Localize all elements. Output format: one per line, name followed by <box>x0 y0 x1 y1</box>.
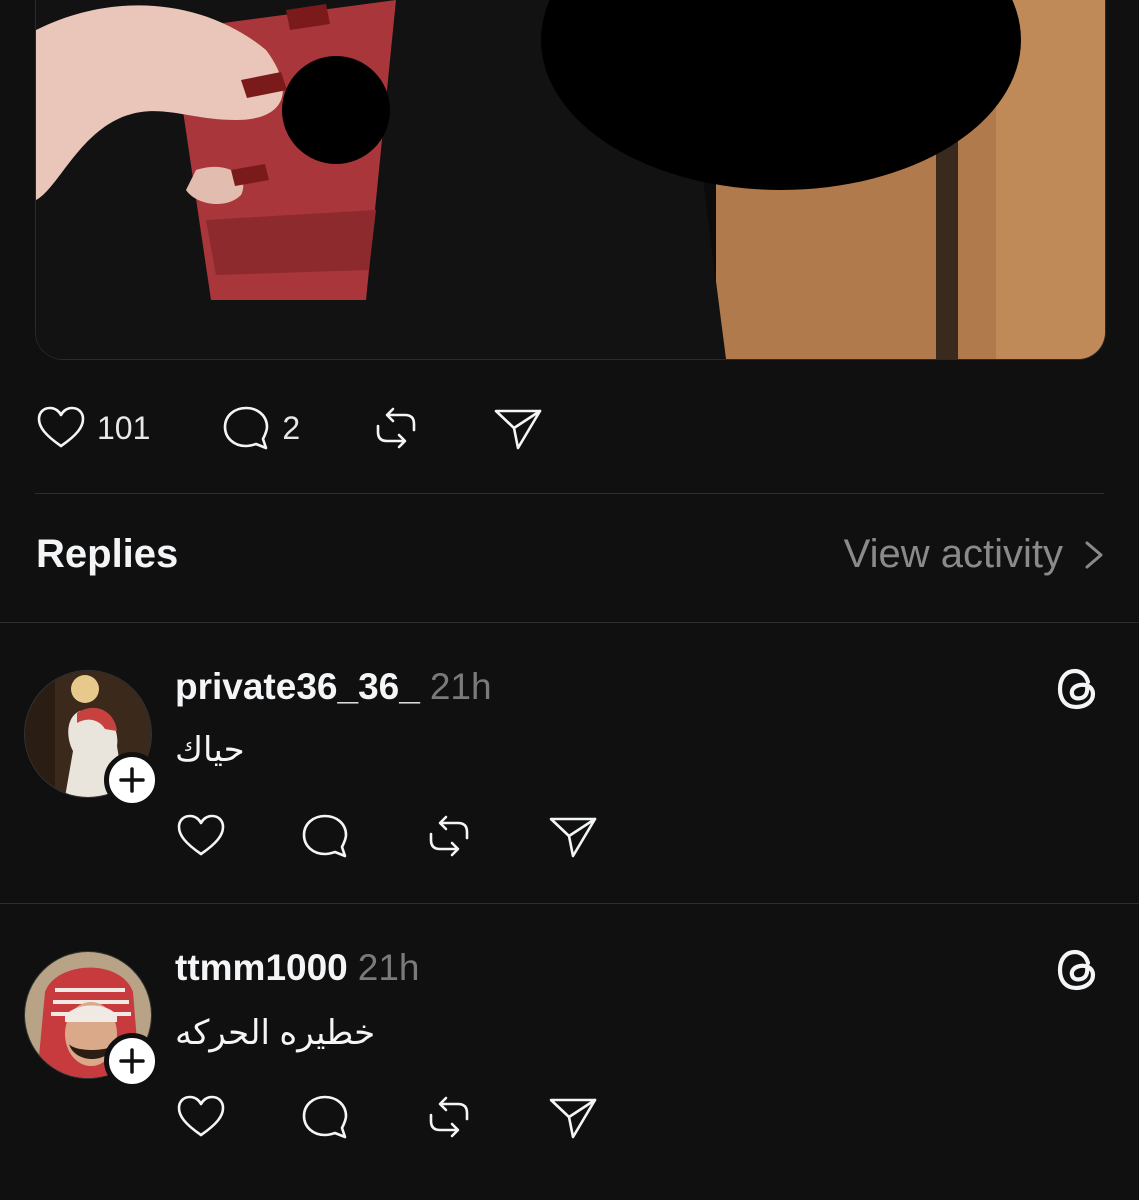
reply-actions <box>175 1091 671 1143</box>
heart-icon <box>177 814 225 856</box>
share-button[interactable] <box>492 402 544 454</box>
chevron-right-icon <box>1085 541 1103 568</box>
like-button[interactable] <box>175 1091 227 1143</box>
timestamp: 21h <box>429 666 492 707</box>
divider <box>35 493 1104 494</box>
repost-icon <box>429 815 469 857</box>
repost-button[interactable] <box>370 402 422 454</box>
send-icon <box>549 1098 597 1139</box>
post-image[interactable] <box>35 0 1106 360</box>
send-icon <box>494 409 542 450</box>
share-button[interactable] <box>547 1091 599 1143</box>
username[interactable]: ttmm1000 <box>175 947 348 988</box>
repost-button[interactable] <box>423 810 475 862</box>
like-button[interactable] <box>175 810 227 862</box>
view-activity-label: View activity <box>843 532 1063 576</box>
reply-header: private36_36_ 21h <box>175 666 492 708</box>
comment-icon <box>302 1095 348 1139</box>
heart-icon <box>177 1095 225 1137</box>
like-count: 101 <box>97 409 151 446</box>
repost-icon <box>429 1096 469 1138</box>
comment-button[interactable] <box>299 810 351 862</box>
reply-text: خطيره الحركه <box>175 1014 376 1052</box>
comment-icon <box>302 814 348 858</box>
reply-text: حياك <box>175 731 245 769</box>
heart-icon <box>37 406 85 448</box>
timestamp: 21h <box>357 947 420 988</box>
follow-button[interactable] <box>104 752 160 808</box>
repost-button[interactable] <box>423 1091 475 1143</box>
repost-icon <box>376 407 416 449</box>
post-actions: 101 2 <box>35 400 544 456</box>
reply-actions <box>175 810 671 862</box>
reply-item: ttmm1000 21h خطيره الحركه <box>0 903 1139 1183</box>
threads-icon <box>1055 666 1101 712</box>
like-button[interactable]: 101 <box>35 402 150 454</box>
replies-heading: Replies <box>36 532 179 576</box>
plus-icon <box>119 1048 145 1074</box>
reply-item: private36_36_ 21h حياك <box>0 622 1139 902</box>
threads-icon <box>1055 947 1101 993</box>
share-button[interactable] <box>547 810 599 862</box>
comment-count: 2 <box>282 409 301 446</box>
username[interactable]: private36_36_ <box>175 666 420 707</box>
view-activity-link[interactable]: View activity <box>844 532 1109 577</box>
comment-button[interactable]: 2 <box>220 402 300 454</box>
comment-button[interactable] <box>299 1091 351 1143</box>
comment-icon <box>224 406 269 450</box>
send-icon <box>549 817 597 858</box>
plus-icon <box>119 767 145 793</box>
follow-button[interactable] <box>104 1033 160 1089</box>
reply-header: ttmm1000 21h <box>175 947 420 989</box>
